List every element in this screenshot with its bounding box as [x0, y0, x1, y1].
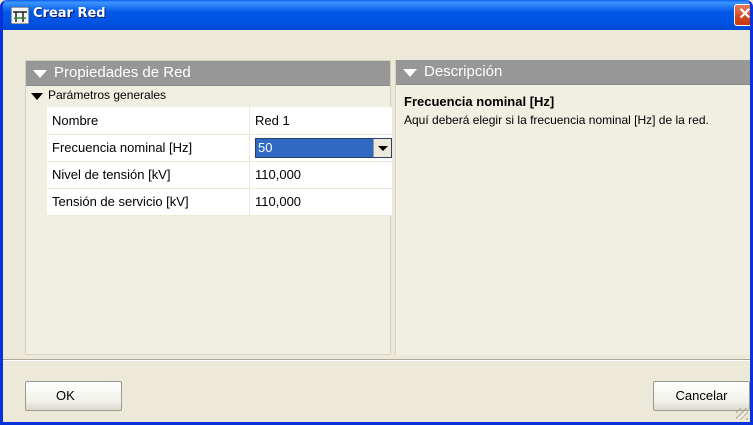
frequency-selected-value[interactable]: 50	[256, 138, 373, 157]
service-voltage-field[interactable]: 110,000	[249, 188, 392, 216]
properties-panel-header[interactable]: Propiedades de Red	[26, 61, 390, 86]
close-button[interactable]: ✕	[734, 4, 752, 26]
network-icon	[11, 7, 29, 24]
frequency-cell[interactable]: 50	[249, 134, 392, 162]
description-text: Aquí deberá elegir si la frecuencia nomi…	[404, 113, 709, 127]
description-panel-header[interactable]: Descripción	[396, 60, 750, 85]
dropdown-button[interactable]	[373, 138, 391, 157]
property-row-service-voltage[interactable]: Tensión de servicio [kV] 110,000	[47, 188, 392, 216]
chevron-down-icon	[378, 145, 388, 151]
window-title: Crear Red	[33, 6, 106, 21]
voltage-level-field[interactable]: 110,000	[249, 161, 392, 189]
description-title: Frecuencia nominal [Hz]	[404, 94, 555, 109]
network-name-field[interactable]: Red 1	[249, 107, 392, 135]
collapse-triangle-icon	[33, 70, 47, 78]
property-name: Nivel de tensión [kV]	[47, 161, 250, 189]
title-bar[interactable]: Crear Red ✕	[3, 0, 750, 30]
cancel-button[interactable]: Cancelar	[653, 381, 750, 411]
resize-grip[interactable]	[736, 408, 748, 420]
group-label: Parámetros generales	[48, 88, 167, 102]
property-name: Nombre	[47, 107, 250, 135]
expand-triangle-icon[interactable]	[31, 93, 43, 100]
properties-panel: Propiedades de Red Parámetros generales …	[25, 60, 392, 355]
footer-divider	[3, 359, 750, 361]
property-grid: Nombre Red 1 Frecuencia nominal [Hz] 50 …	[47, 107, 392, 216]
collapse-triangle-icon	[403, 69, 417, 77]
dialog-window: Crear Red ✕ Propiedades de Red Parámetro…	[0, 0, 753, 425]
property-row-voltage-level[interactable]: Nivel de tensión [kV] 110,000	[47, 161, 392, 189]
group-general-parameters[interactable]: Parámetros generales	[26, 87, 390, 105]
close-icon: ✕	[738, 6, 752, 23]
property-name: Tensión de servicio [kV]	[47, 188, 250, 216]
property-name: Frecuencia nominal [Hz]	[47, 134, 250, 162]
frequency-dropdown[interactable]: 50	[255, 137, 392, 158]
properties-panel-title: Propiedades de Red	[54, 64, 191, 81]
description-panel: Descripción Frecuencia nominal [Hz] Aquí…	[395, 60, 750, 355]
description-panel-title: Descripción	[424, 63, 503, 80]
ok-button[interactable]: OK	[25, 381, 122, 411]
property-row-frequency[interactable]: Frecuencia nominal [Hz] 50	[47, 134, 392, 162]
property-row-name[interactable]: Nombre Red 1	[47, 107, 392, 135]
